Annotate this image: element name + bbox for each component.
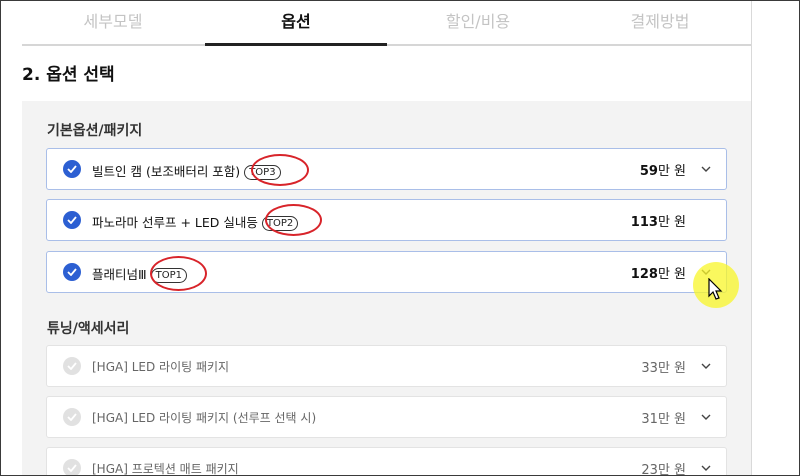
chevron-down-icon[interactable] (699, 461, 713, 475)
tab-discount-cost[interactable]: 할인/비용 (387, 8, 569, 32)
option-row-platinum[interactable]: 플래티넘Ⅲ TOP1 128만 원 (46, 251, 727, 293)
option-row-led-lighting-sunroof[interactable]: [HGA] LED 라이팅 패키지 (선루프 선택 시) 31만 원 (46, 396, 727, 438)
tuning-accessories-title: 튜닝/액세서리 (47, 321, 130, 337)
option-price: 31만 원 (641, 412, 686, 427)
option-price: 113만 원 (630, 215, 686, 230)
tab-payment-method[interactable]: 결제방법 (569, 8, 751, 32)
option-price: 59만 원 (639, 164, 686, 179)
option-label: [HGA] LED 라이팅 패키지 (선루프 선택 시) (92, 411, 317, 425)
check-icon[interactable] (63, 459, 81, 476)
check-icon[interactable] (63, 263, 81, 281)
check-icon[interactable] (63, 211, 81, 229)
option-price: 33만 원 (641, 361, 686, 376)
check-icon[interactable] (63, 408, 81, 426)
active-tab-indicator (205, 43, 387, 46)
rank-badge: TOP1 (150, 268, 187, 283)
check-icon[interactable] (63, 160, 81, 178)
content-right-border (751, 0, 752, 476)
option-price: 23만 원 (641, 463, 686, 476)
option-row-panorama-sunroof[interactable]: 파노라마 선루프 + LED 실내등 TOP2 113만 원 (46, 199, 727, 241)
chevron-down-icon[interactable] (699, 410, 713, 424)
option-label: 플래티넘Ⅲ TOP1 (92, 264, 187, 283)
basic-options-title: 기본옵션/패키지 (47, 123, 143, 139)
check-icon[interactable] (63, 357, 81, 375)
section-title: 2. 옵션 선택 (22, 65, 115, 85)
chevron-down-icon[interactable] (699, 162, 713, 176)
option-label: [HGA] LED 라이팅 패키지 (92, 360, 230, 374)
tab-detail-model[interactable]: 세부모델 (22, 8, 204, 32)
option-price: 128만 원 (630, 267, 686, 282)
rank-badge: TOP2 (261, 216, 299, 231)
option-label: [HGA] 프로텍션 매트 패키지 (92, 462, 239, 476)
mouse-cursor-icon (708, 278, 723, 300)
option-row-builtin-cam[interactable]: 빌트인 캠 (보조배터리 포함) TOP3 59만 원 (46, 148, 727, 190)
option-row-led-lighting[interactable]: [HGA] LED 라이팅 패키지 33만 원 (46, 345, 727, 387)
rank-badge: TOP3 (244, 165, 281, 180)
option-row-protection-mat[interactable]: [HGA] 프로텍션 매트 패키지 23만 원 (46, 447, 727, 476)
option-label: 파노라마 선루프 + LED 실내등 TOP2 (92, 212, 299, 231)
chevron-down-icon[interactable] (699, 359, 713, 373)
option-label: 빌트인 캠 (보조배터리 포함) TOP3 (92, 161, 281, 180)
tab-options[interactable]: 옵션 (205, 8, 387, 32)
step-tabs: 세부모델 옵션 할인/비용 결제방법 (22, 0, 751, 46)
